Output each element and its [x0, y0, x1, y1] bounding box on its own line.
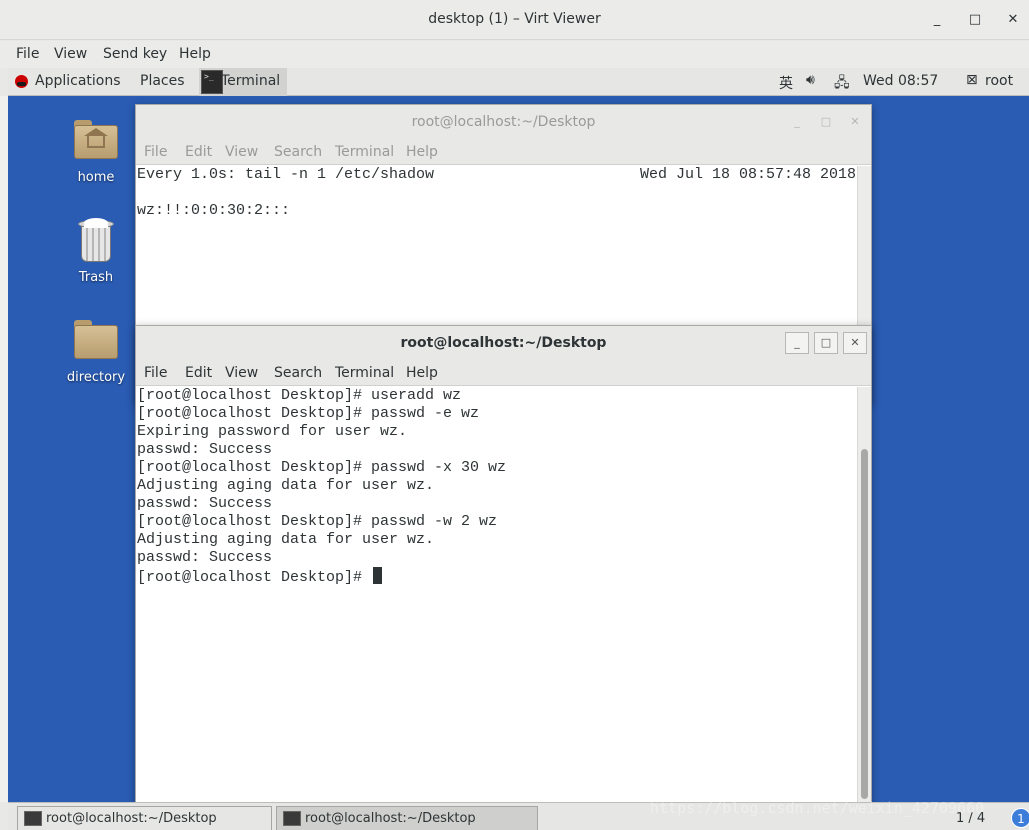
watch-header-right: Wed Jul 18 08:57:48 2018: [640, 166, 857, 183]
watermark: https://blog.csdn.net/weixin_42709660: [650, 799, 985, 817]
menu-file[interactable]: File: [144, 144, 167, 160]
menu-help[interactable]: Help: [406, 365, 438, 381]
desktop-icon-directory[interactable]: directory: [51, 296, 141, 392]
taskbar-item-terminal-2[interactable]: root@localhost:~/Desktop: [276, 806, 538, 830]
clock[interactable]: Wed 08:57: [863, 73, 938, 89]
folder-icon: [74, 320, 118, 360]
menu-edit[interactable]: Edit: [185, 144, 212, 160]
terminal-title: root@localhost:~/Desktop: [400, 335, 607, 351]
desktop-icon-trash[interactable]: Trash: [51, 196, 141, 292]
trash-icon: [78, 218, 114, 262]
terminal-maximize-button[interactable]: □: [814, 332, 838, 354]
terminal-output[interactable]: [root@localhost Desktop]# useradd wz [ro…: [136, 387, 857, 804]
network-icon[interactable]: 🖧: [834, 72, 850, 96]
terminal-close-button[interactable]: ✕: [843, 111, 867, 133]
close-button[interactable]: ✕: [1003, 10, 1023, 30]
terminal-minimize-button[interactable]: _: [785, 111, 809, 133]
menu-search[interactable]: Search: [274, 144, 322, 160]
desktop-icon-home[interactable]: home: [51, 96, 141, 192]
terminal-titlebar[interactable]: root@localhost:~/Desktop _ □ ✕: [136, 326, 871, 360]
user-menu[interactable]: root: [985, 73, 1013, 89]
terminal-title: root@localhost:~/Desktop: [411, 114, 596, 130]
user-icon: ⊠: [966, 72, 978, 88]
redhat-icon: [15, 75, 28, 88]
menu-terminal[interactable]: Terminal: [335, 365, 394, 381]
volume-icon[interactable]: 🔊︎: [806, 72, 815, 88]
applications-menu[interactable]: Applications: [35, 73, 121, 89]
minimize-button[interactable]: _: [927, 10, 947, 30]
left-edge: [0, 96, 8, 802]
menu-view[interactable]: View: [225, 144, 258, 160]
terminal-line: passwd: Success: [137, 441, 273, 458]
guest-top-panel: Applications Places Terminal 英 🔊︎ 🖧 Wed …: [8, 68, 1029, 96]
terminal-line: passwd: Success: [137, 549, 273, 566]
terminal-icon: [24, 811, 42, 826]
terminal-window-active[interactable]: root@localhost:~/Desktop _ □ ✕ File Edit…: [135, 325, 872, 805]
desktop-icon-label: directory: [66, 370, 126, 385]
terminal-maximize-button[interactable]: □: [814, 111, 838, 133]
terminal-titlebar[interactable]: root@localhost:~/Desktop _ □ ✕: [136, 105, 871, 139]
virt-viewer-window: desktop (1) – Virt Viewer _ □ ✕ File Vie…: [0, 0, 1029, 830]
terminal-line: Expiring password for user wz.: [137, 423, 408, 440]
terminal-icon: [283, 811, 301, 826]
taskbar-item-terminal-1[interactable]: root@localhost:~/Desktop: [17, 806, 272, 830]
terminal-line: [root@localhost Desktop]# useradd wz: [137, 387, 462, 404]
taskbar-item-label: root@localhost:~/Desktop: [305, 811, 476, 826]
terminal-line: [root@localhost Desktop]# passwd -w 2 wz: [137, 513, 498, 530]
menu-help[interactable]: Help: [179, 46, 211, 62]
terminal-close-button[interactable]: ✕: [843, 332, 867, 354]
terminal-line: Adjusting aging data for user wz.: [137, 477, 435, 494]
home-folder-icon: [74, 120, 118, 160]
taskbar-item-label: root@localhost:~/Desktop: [46, 811, 217, 826]
menu-view[interactable]: View: [54, 46, 87, 62]
terminal-menubar: File Edit View Search Terminal Help: [136, 360, 871, 386]
active-app-label: Terminal: [221, 73, 281, 89]
input-method-indicator[interactable]: 英: [779, 73, 793, 93]
menu-view[interactable]: View: [225, 365, 258, 381]
menu-file[interactable]: File: [144, 365, 167, 381]
viewer-titlebar[interactable]: desktop (1) – Virt Viewer _ □ ✕: [0, 0, 1029, 40]
notification-badge[interactable]: 1: [1011, 808, 1029, 828]
terminal-icon: [201, 70, 223, 94]
viewer-menubar: File View Send key Help: [0, 41, 1029, 68]
terminal-prompt-line[interactable]: [root@localhost Desktop]#: [137, 567, 383, 586]
terminal-line: wz:!!:0:0:30:2:::: [137, 202, 291, 219]
terminal-cursor: [373, 567, 383, 584]
menu-terminal[interactable]: Terminal: [335, 144, 394, 160]
terminal-prompt: [root@localhost Desktop]#: [137, 569, 372, 586]
terminal-menubar: File Edit View Search Terminal Help: [136, 139, 871, 165]
terminal-line: passwd: Success: [137, 495, 273, 512]
maximize-button[interactable]: □: [965, 10, 985, 30]
scrollbar-thumb[interactable]: [861, 449, 868, 799]
menu-send-key[interactable]: Send key: [103, 46, 167, 62]
menu-edit[interactable]: Edit: [185, 365, 212, 381]
terminal-line: Adjusting aging data for user wz.: [137, 531, 435, 548]
desktop-icon-label: home: [77, 170, 115, 185]
menu-help[interactable]: Help: [406, 144, 438, 160]
menu-file[interactable]: File: [16, 46, 39, 62]
terminal-line: [root@localhost Desktop]# passwd -e wz: [137, 405, 480, 422]
terminal-minimize-button[interactable]: _: [785, 332, 809, 354]
terminal-scrollbar[interactable]: [857, 387, 871, 804]
terminal-line: [root@localhost Desktop]# passwd -x 30 w…: [137, 459, 507, 476]
places-menu[interactable]: Places: [140, 73, 185, 89]
menu-search[interactable]: Search: [274, 365, 322, 381]
viewer-title: desktop (1) – Virt Viewer: [428, 11, 601, 27]
desktop-icon-label: Trash: [78, 270, 114, 285]
watch-header-left: Every 1.0s: tail -n 1 /etc/shadow: [137, 166, 435, 183]
